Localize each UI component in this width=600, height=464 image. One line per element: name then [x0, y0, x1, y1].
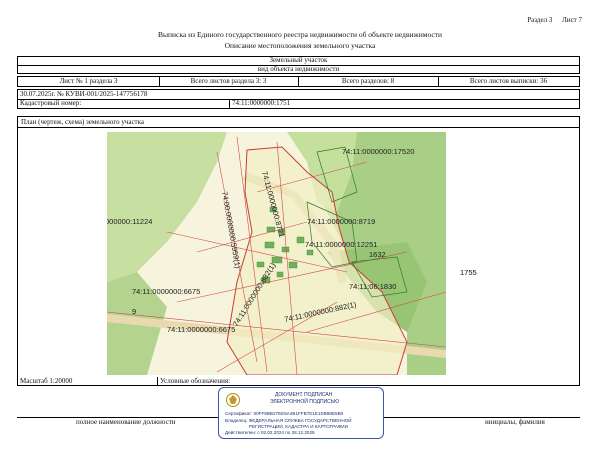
object-kind: вид объекта недвижимости — [257, 65, 340, 73]
date-number: 30.07.2025г. № КУВИ-001/2025-147756178 — [20, 90, 148, 98]
map-label-8: 9 — [132, 307, 136, 316]
map-label-14: 74:11:06:1830 — [349, 282, 396, 291]
sheet-number: Лист 7 — [562, 16, 582, 24]
section-number: Раздел 3 — [527, 16, 553, 24]
stamp-owner2: РЕГИСТРАЦИИ, КАДАСТРА И КАРТОГРАФИИ — [249, 424, 348, 429]
map-label-5: 1632 — [369, 250, 386, 259]
stamp-cert: Сертификат: 00FF9BB27EE5A4B1FFB7E1E1D9B8… — [225, 411, 344, 416]
sheet-info-row: Лист № 1 раздела 3 Всего листов раздела … — [17, 76, 580, 87]
page-header-right: Раздел 3 Лист 7 — [519, 16, 582, 24]
stamp-valid: Действителен: с 02.02.2024 по 28.12.2025 — [225, 430, 315, 435]
object-type: Земельный участок — [269, 56, 328, 64]
map-label-7: 74:11:0000000:6675 — [132, 287, 200, 296]
doc-info-table: 30.07.2025г. № КУВИ-001/2025-147756178 К… — [17, 89, 580, 109]
total-sheets: Всего листов выписки: 36 — [469, 77, 548, 85]
map-label-9: 74:11:0000000:6675 — [167, 325, 235, 334]
footer-row: Масштаб 1:20000 Условные обозначения: — [17, 377, 580, 386]
electronic-signature-stamp: ДОКУМЕНТ ПОДПИСАН ЭЛЕКТРОННОЙ ПОДПИСЬЮ С… — [218, 387, 384, 439]
scale: Масштаб 1:20000 — [20, 377, 73, 385]
map-label-outside: 1755 — [460, 268, 477, 277]
total-sections: Всего разделов: 8 — [341, 77, 395, 85]
emblem-icon — [226, 393, 240, 407]
plan-title: План (чертеж, схема) земельного участка — [21, 118, 145, 126]
position-caption: полное наименование должности — [76, 418, 176, 426]
document-title: Выписка из Единого государственного реес… — [157, 30, 443, 39]
stamp-line1: ДОКУМЕНТ ПОДПИСАН — [275, 392, 333, 398]
cadastral-map: 74:11:0000000:17520 000000:11224 74:11:0… — [107, 132, 446, 375]
object-table: Земельный участок вид объекта недвижимос… — [17, 56, 580, 74]
cadastral-label: Кадастровый номер: — [20, 99, 82, 107]
map-label-4: 74:11:0000000:12251 — [305, 240, 377, 249]
cadastral-value: 74:11:0000000:1751 — [232, 99, 291, 107]
map-label-1: 74:11:0000000:17520 — [342, 147, 414, 156]
sheet-no: Лист № 1 раздела 3 — [59, 77, 118, 85]
stamp-owner: Владелец: ФЕДЕРАЛЬНАЯ СЛУЖБА ГОСУДАРСТВЕ… — [225, 418, 352, 423]
total-section-sheets: Всего листов раздела 3: 3 — [190, 77, 267, 85]
initials-caption: инициалы, фамилия — [485, 418, 545, 426]
document-subtitle: Описание местоположения земельного участ… — [224, 41, 376, 50]
stamp-line2: ЭЛЕКТРОННОЙ ПОДПИСЬЮ — [270, 399, 340, 405]
map-label-3: 74:11:0000000:8719 — [307, 217, 375, 226]
map-label-2: 000000:11224 — [107, 217, 152, 226]
legend-label: Условные обозначения: — [160, 377, 231, 385]
